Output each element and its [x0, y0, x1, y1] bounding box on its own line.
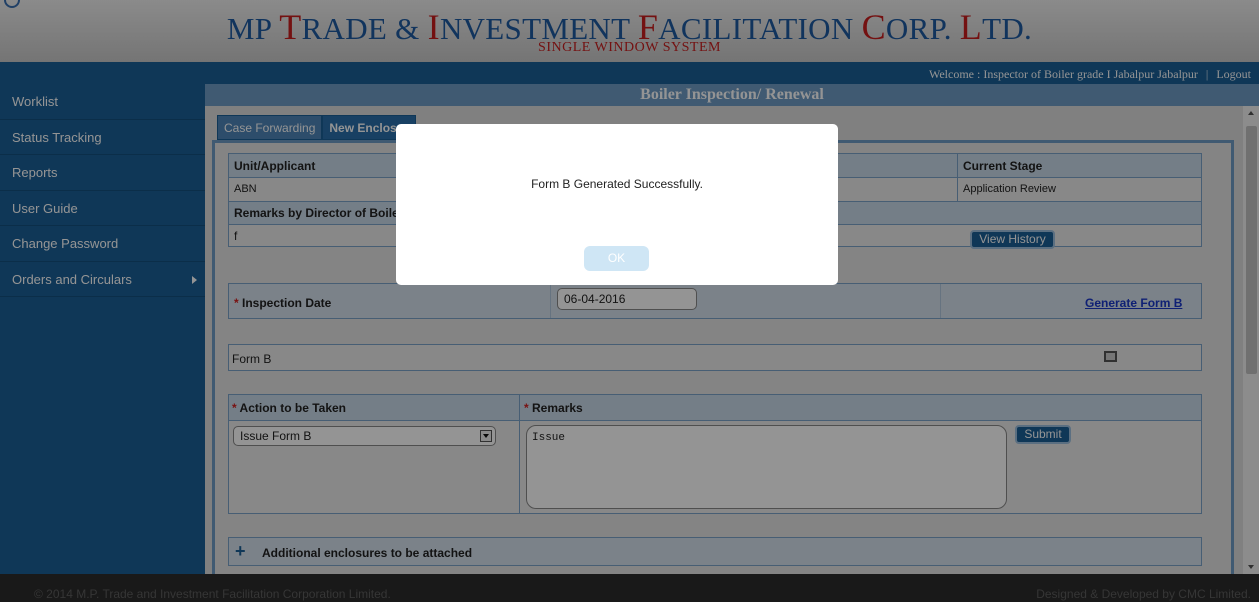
dialog-message: Form B Generated Successfully. [531, 177, 703, 191]
success-dialog: Form B Generated Successfully. OK [396, 124, 838, 285]
modal-overlay: Form B Generated Successfully. OK [0, 0, 1259, 602]
ok-button[interactable]: OK [584, 246, 649, 271]
